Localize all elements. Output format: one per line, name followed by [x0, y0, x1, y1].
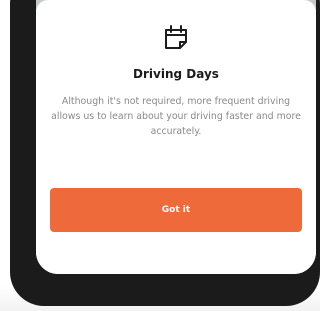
modal-description: Although it's not required, more frequen…: [51, 96, 301, 137]
calendar-icon: [165, 25, 187, 49]
phone-frame: 13 miles 10 Driving Days Although it's n…: [10, 0, 320, 306]
driving-days-modal: Driving Days Although it's not required,…: [36, 0, 316, 274]
modal-title: Driving Days: [133, 67, 219, 81]
phone-screen: 13 miles 10 Driving Days Although it's n…: [36, 0, 316, 274]
got-it-button[interactable]: Got it: [50, 188, 302, 232]
screenshot-stage: 13 miles 10 Driving Days Although it's n…: [0, 0, 320, 311]
